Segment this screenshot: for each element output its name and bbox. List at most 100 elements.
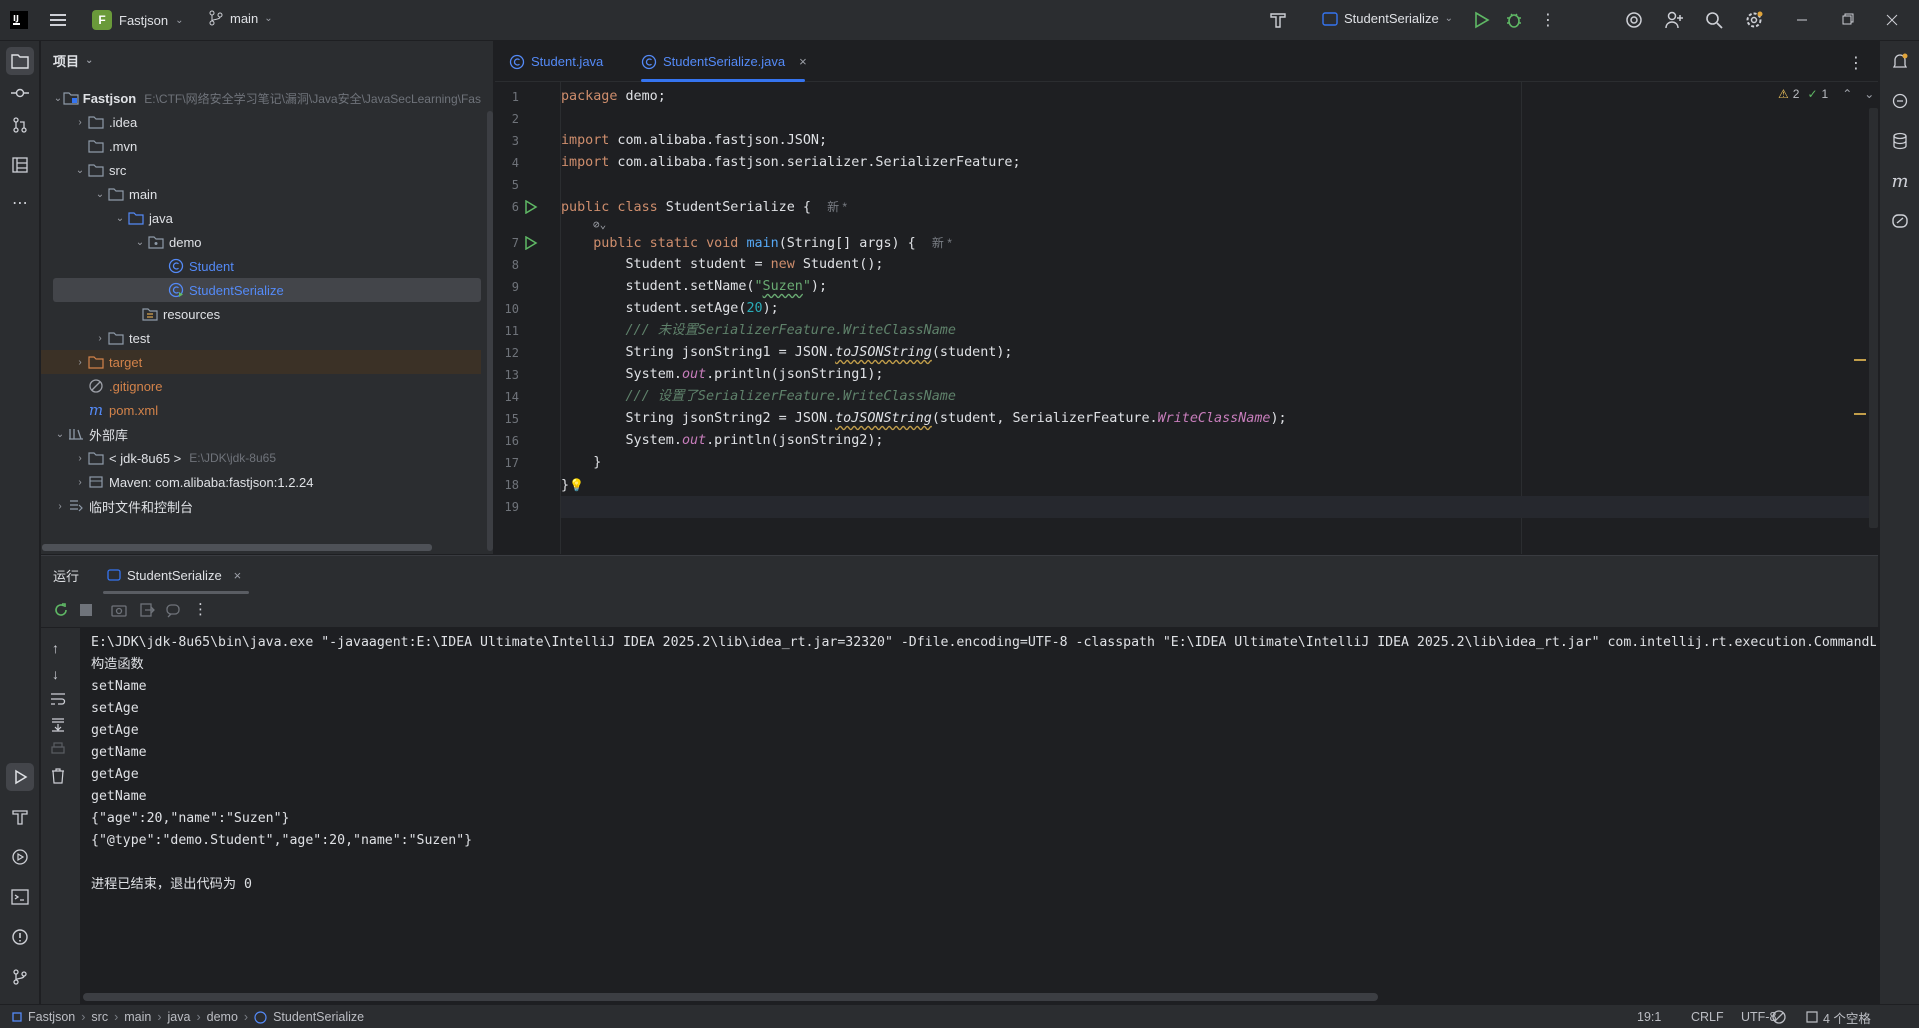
ai-chat-icon[interactable]: [1886, 87, 1914, 115]
editor-more-icon[interactable]: ⋮: [1848, 53, 1864, 73]
tree-item-java[interactable]: ⌄ java: [41, 206, 481, 230]
console-output[interactable]: E:\JDK\jdk-8u65\bin\java.exe "-javaagent…: [91, 632, 1876, 992]
tab-label: Student.java: [531, 54, 604, 69]
services-icon[interactable]: [6, 843, 34, 871]
add-user-icon[interactable]: [1664, 10, 1684, 30]
more-vertical-icon[interactable]: ⋮: [193, 600, 208, 618]
caret-position[interactable]: 19:1: [1637, 1005, 1661, 1028]
run-gutter-icon[interactable]: [524, 235, 538, 253]
debug-bug-icon[interactable]: [1505, 11, 1523, 29]
line-number: 10: [504, 302, 519, 316]
chevron-expanded-icon: ⌄: [53, 92, 63, 104]
more-vertical-icon[interactable]: ⋮: [1540, 10, 1556, 30]
project-switcher[interactable]: F Fastjson ⌄: [92, 10, 184, 30]
soft-wrap-icon[interactable]: [50, 692, 66, 709]
search-icon[interactable]: [1704, 10, 1724, 30]
run-icon[interactable]: [1472, 11, 1490, 29]
arrow-down-icon[interactable]: ↓: [52, 666, 59, 682]
tree-item-main[interactable]: ⌄ main: [41, 182, 481, 206]
breadcrumb-item[interactable]: src: [91, 1010, 108, 1024]
tree-label: .gitignore: [109, 378, 163, 394]
notifications-bell-icon[interactable]: [1886, 47, 1914, 75]
rerun-icon[interactable]: [53, 602, 69, 621]
exit-icon[interactable]: [139, 602, 155, 621]
settings-gear-icon[interactable]: [1744, 10, 1764, 30]
chevron-collapsed-icon: ›: [78, 476, 82, 488]
scroll-to-end-icon[interactable]: [50, 718, 66, 735]
pull-requests-icon[interactable]: [6, 111, 34, 139]
pin-icon[interactable]: [165, 602, 181, 621]
tree-item-maven-fastjson[interactable]: › Maven: com.alibaba:fastjson:1.2.24: [41, 470, 481, 494]
line-separator[interactable]: CRLF: [1691, 1005, 1724, 1028]
tree-item-pom[interactable]: m pom.xml: [41, 398, 481, 422]
readonly-toggle-icon[interactable]: [1771, 1005, 1787, 1028]
problems-icon[interactable]: [6, 923, 34, 951]
lightbulb-icon[interactable]: 💡: [569, 478, 584, 492]
breadcrumb-item[interactable]: java: [168, 1010, 191, 1024]
breadcrumb-item[interactable]: StudentSerialize: [273, 1010, 364, 1024]
camera-icon[interactable]: [111, 602, 127, 621]
breadcrumb-item[interactable]: Fastjson: [28, 1010, 75, 1024]
error-stripe-mark[interactable]: [1854, 413, 1866, 415]
tree-item-project-root[interactable]: ⌄ Fastjson E:\CTF\网络安全学习笔记\漏洞\Java安全\Jav…: [41, 86, 481, 110]
vertical-scrollbar[interactable]: [487, 111, 493, 551]
tree-item-student[interactable]: Student: [41, 254, 481, 278]
more-tools-icon[interactable]: ⋯: [6, 189, 34, 217]
terminal-icon[interactable]: [6, 883, 34, 911]
editor-scrollbar[interactable]: [1869, 108, 1878, 528]
commit-icon[interactable]: [6, 79, 34, 107]
breadcrumb-item[interactable]: main: [124, 1010, 151, 1024]
tree-item-target[interactable]: › target: [41, 350, 481, 374]
minimize-window-icon[interactable]: [1796, 10, 1808, 30]
indent-setting[interactable]: 4 个空格: [1805, 1005, 1871, 1028]
console-horizontal-scrollbar[interactable]: [83, 993, 1378, 1001]
run-tool-icon[interactable]: [6, 763, 34, 791]
ai-assistant-icon[interactable]: [1624, 10, 1644, 30]
chevron-down-icon[interactable]: ⌄: [1864, 87, 1874, 101]
tree-item-student-serialize[interactable]: StudentSerialize: [53, 278, 481, 302]
branch-switcher[interactable]: main ⌄: [208, 10, 273, 26]
project-panel-header[interactable]: 项目 ⌄: [53, 51, 93, 70]
tree-item-external-libraries[interactable]: ⌄ 外部库: [41, 422, 481, 446]
structure-icon[interactable]: [6, 151, 34, 179]
error-stripe-mark[interactable]: [1854, 359, 1866, 361]
main-menu-icon[interactable]: [48, 10, 68, 30]
stop-icon[interactable]: [79, 603, 93, 620]
database-icon[interactable]: [1886, 127, 1914, 155]
close-tab-icon[interactable]: ×: [799, 54, 807, 69]
run-gutter-icon[interactable]: [524, 199, 538, 217]
tree-item-mvn[interactable]: .mvn: [41, 134, 481, 158]
tree-item-resources[interactable]: resources: [41, 302, 481, 326]
close-tab-icon[interactable]: ×: [234, 568, 242, 583]
tree-item-src[interactable]: ⌄ src: [41, 158, 481, 182]
build-tool-icon[interactable]: [6, 803, 34, 831]
tree-item-test[interactable]: › test: [41, 326, 481, 350]
git-icon[interactable]: [6, 963, 34, 991]
tree-item-jdk[interactable]: › < jdk-8u65 > E:\JDK\jdk-8u65: [41, 446, 481, 470]
title-bar: IJ F Fastjson ⌄ main ⌄ StudentSerialize …: [0, 0, 1919, 41]
folder-icon: [87, 162, 105, 178]
tree-label: Student: [189, 258, 234, 274]
trash-icon[interactable]: [50, 768, 66, 787]
breadcrumb-item[interactable]: demo: [207, 1010, 238, 1024]
print-icon[interactable]: [50, 742, 66, 759]
resources-folder-icon: [141, 306, 159, 322]
project-tool-icon[interactable]: [6, 47, 34, 75]
tab-student-java[interactable]: Student.java: [509, 41, 621, 82]
arrow-up-icon[interactable]: ↑: [52, 640, 59, 656]
tab-student-serialize-java[interactable]: StudentSerialize.java ×: [641, 41, 807, 82]
code-area[interactable]: package demo; import com.alibaba.fastjso…: [561, 82, 1861, 554]
run-config-selector[interactable]: StudentSerialize ⌄: [1322, 11, 1453, 26]
run-tab-student-serialize[interactable]: StudentSerialize ×: [103, 556, 249, 594]
horizontal-scrollbar[interactable]: [42, 544, 432, 551]
tree-item-scratches[interactable]: › 临时文件和控制台: [41, 494, 481, 518]
tree-item-gitignore[interactable]: .gitignore: [41, 374, 481, 398]
chevron-right-icon: ›: [196, 1010, 201, 1024]
restore-window-icon[interactable]: [1842, 10, 1854, 30]
tree-item-idea[interactable]: › .idea: [41, 110, 481, 134]
close-window-icon[interactable]: [1886, 10, 1898, 30]
copilot-icon[interactable]: [1886, 207, 1914, 235]
build-hammer-icon[interactable]: [1268, 10, 1288, 30]
maven-icon[interactable]: m: [1886, 167, 1914, 195]
tree-item-demo[interactable]: ⌄ demo: [41, 230, 481, 254]
